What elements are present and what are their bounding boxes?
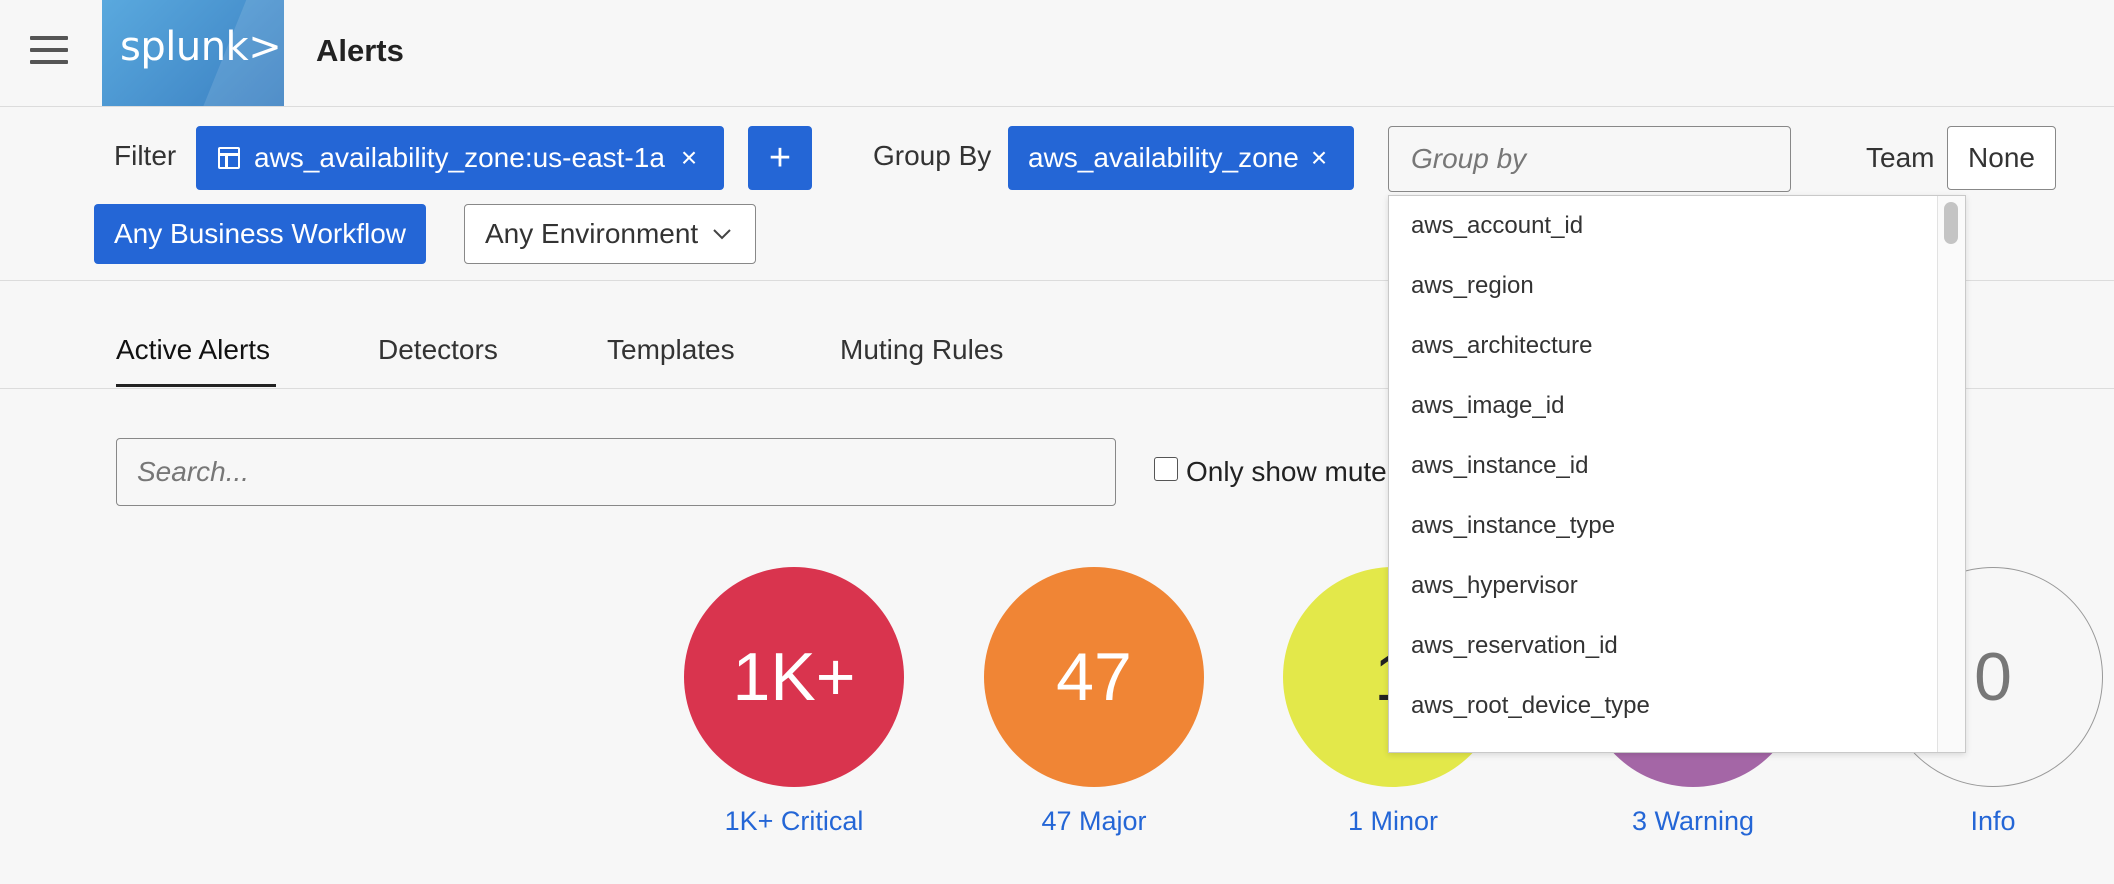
page-title: Alerts (316, 33, 404, 68)
group-by-chip[interactable]: aws_availability_zone × (1008, 126, 1354, 190)
warning-link[interactable]: 3 Warning (1543, 806, 1843, 837)
environment-select-label: Any Environment (485, 218, 699, 249)
environment-select[interactable]: Any Environment (464, 204, 756, 264)
splunk-logo[interactable]: splunk> (102, 0, 284, 106)
info-link[interactable]: Info (1843, 806, 2114, 837)
group-by-input[interactable]: Group by (1388, 126, 1791, 192)
group-by-dropdown[interactable]: aws_account_id aws_region aws_architectu… (1388, 195, 1966, 753)
add-filter-button[interactable]: + (748, 126, 812, 190)
top-bar: splunk> Alerts (0, 0, 2114, 107)
minor-link[interactable]: 1 Minor (1243, 806, 1543, 837)
dropdown-option[interactable]: aws_instance_type (1411, 512, 1615, 540)
tab-detectors[interactable]: Detectors (378, 334, 498, 366)
tab-active-alerts[interactable]: Active Alerts (116, 334, 270, 366)
dropdown-option[interactable]: aws_region (1411, 272, 1534, 300)
major-count: 47 (1056, 639, 1132, 715)
search-placeholder: Search... (137, 456, 250, 487)
remove-group-by-icon[interactable]: × (1311, 142, 1327, 174)
info-count: 0 (1974, 639, 2012, 715)
group-by-placeholder: Group by (1411, 143, 1527, 174)
dropdown-scrollbar[interactable] (1937, 196, 1965, 752)
tab-templates[interactable]: Templates (607, 334, 735, 366)
major-link[interactable]: 47 Major (944, 806, 1244, 837)
only-show-muted-checkbox[interactable] (1154, 457, 1178, 481)
only-show-muted-label: Only show mute (1186, 456, 1387, 487)
dropdown-option[interactable]: aws_account_id (1411, 212, 1583, 240)
table-icon (218, 147, 240, 169)
group-by-chip-label: aws_availability_zone (1028, 142, 1299, 173)
chevron-down-icon (713, 229, 731, 240)
dropdown-option[interactable]: aws_hypervisor (1411, 572, 1578, 600)
major-circle[interactable]: 47 (984, 567, 1204, 787)
dropdown-option[interactable]: aws_root_device_type (1411, 692, 1650, 720)
dropdown-option[interactable]: aws_instance_id (1411, 452, 1588, 480)
business-workflow-button[interactable]: Any Business Workflow (94, 204, 426, 264)
search-input[interactable]: Search... (116, 438, 1116, 506)
dropdown-option[interactable]: aws_architecture (1411, 332, 1592, 360)
tab-muting-rules[interactable]: Muting Rules (840, 334, 1003, 366)
critical-circle[interactable]: 1K+ (684, 567, 904, 787)
filter-label: Filter (114, 140, 177, 171)
remove-filter-icon[interactable]: × (681, 142, 697, 174)
logo-text: splunk> (120, 24, 282, 70)
filter-chip[interactable]: aws_availability_zone:us-east-1a × (196, 126, 724, 190)
group-by-label: Group By (873, 140, 992, 171)
filter-chip-label: aws_availability_zone:us-east-1a (254, 142, 665, 173)
critical-count: 1K+ (732, 639, 856, 715)
team-select[interactable]: None (1947, 126, 2056, 190)
scrollbar-thumb[interactable] (1944, 202, 1958, 244)
team-label: Team (1866, 142, 1935, 173)
dropdown-option[interactable]: aws_reservation_id (1411, 632, 1618, 660)
critical-link[interactable]: 1K+ Critical (644, 806, 944, 837)
dropdown-option[interactable]: aws_image_id (1411, 392, 1564, 420)
active-tab-indicator (116, 384, 276, 387)
menu-icon[interactable] (30, 36, 68, 64)
